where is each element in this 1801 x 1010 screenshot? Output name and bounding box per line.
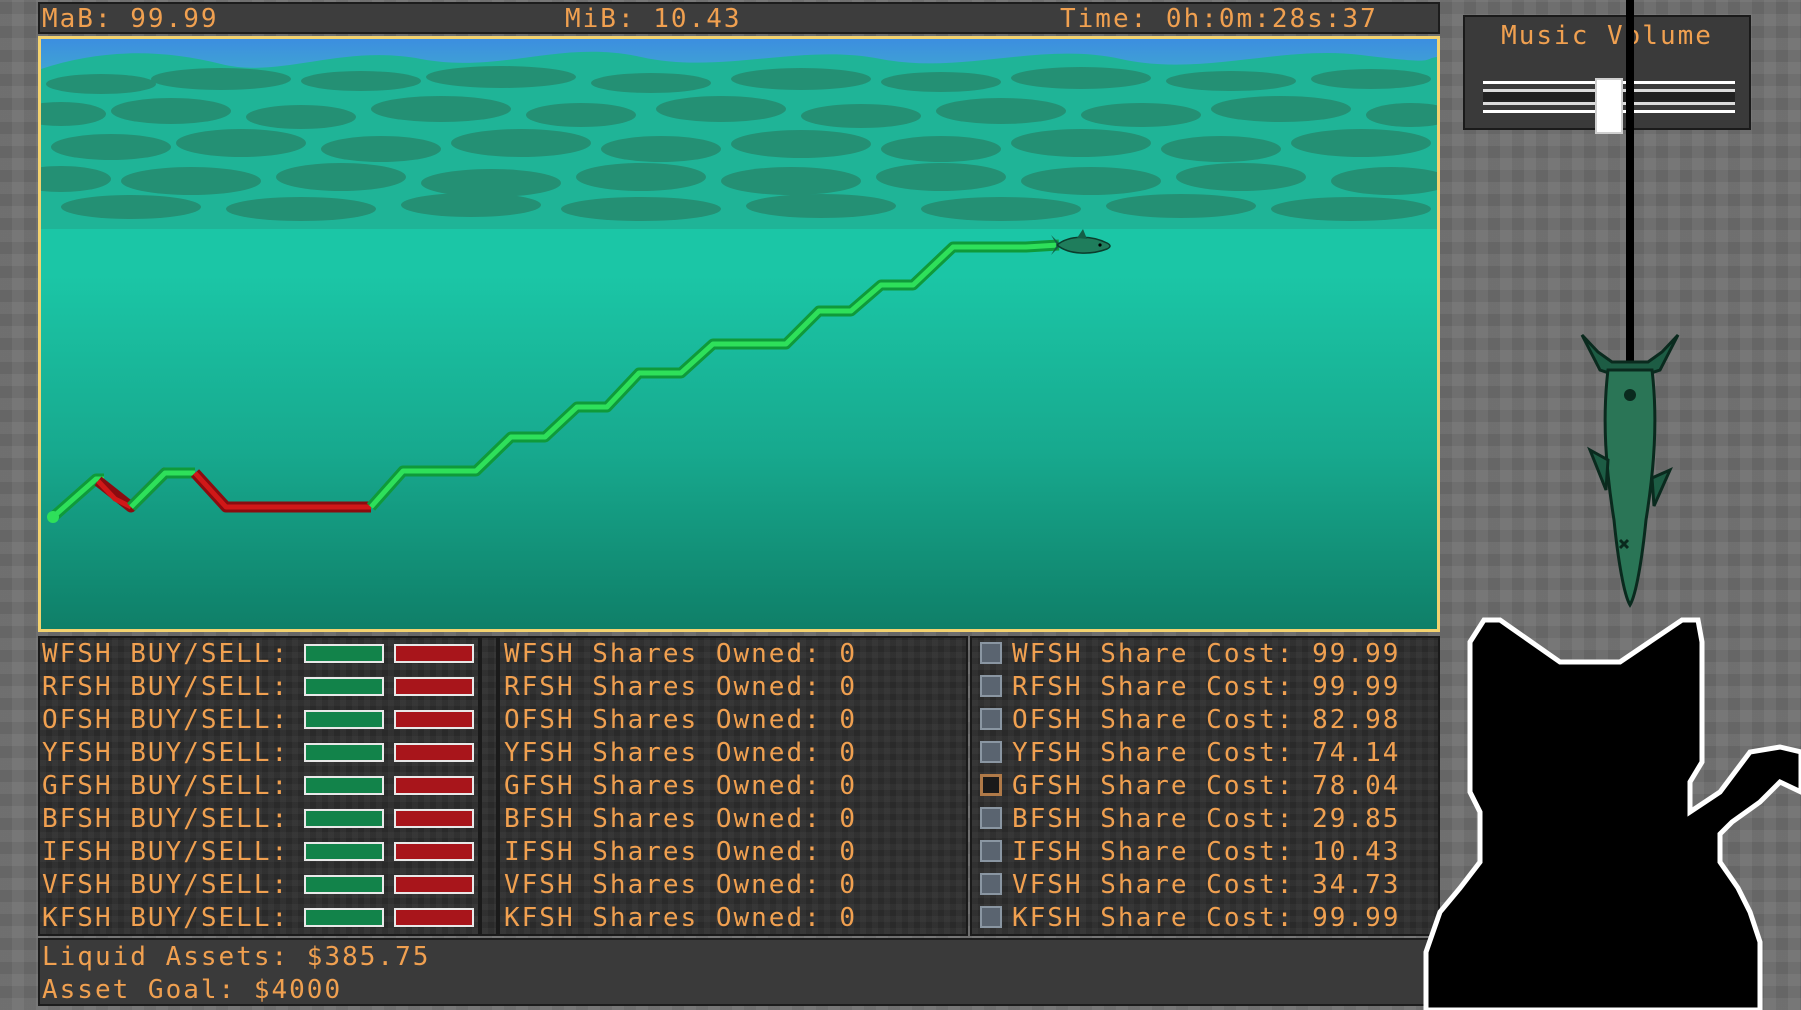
share-cost-row: OFSH Share Cost: 82.98 [976, 704, 1436, 737]
buy-sell-row: OFSH BUY/SELL: [42, 704, 474, 737]
shares-owned-row: KFSH Shares Owned: 0 [504, 903, 858, 933]
buy-sell-row: BFSH BUY/SELL: [42, 803, 474, 836]
mib-readout: MiB: 10.43 [565, 4, 742, 34]
sell-button[interactable] [394, 710, 474, 729]
share-cost-label: YFSH Share Cost: 74.14 [1012, 738, 1401, 768]
ticker-select-checkbox[interactable] [980, 774, 1002, 796]
buy-sell-label: KFSH BUY/SELL: [42, 903, 290, 933]
buy-button[interactable] [304, 677, 384, 696]
share-cost-row: BFSH Share Cost: 29.85 [976, 803, 1436, 836]
sell-button[interactable] [394, 908, 474, 927]
mab-readout: MaB: 99.99 [42, 4, 219, 34]
share-cost-label: KFSH Share Cost: 99.99 [1012, 903, 1401, 933]
buy-sell-label: OFSH BUY/SELL: [42, 705, 290, 735]
hanging-fish-icon [1580, 0, 1680, 608]
buy-sell-label: VFSH BUY/SELL: [42, 870, 290, 900]
stock-price-line [47, 239, 1060, 523]
share-cost-label: VFSH Share Cost: 34.73 [1012, 870, 1401, 900]
share-cost-row: VFSH Share Cost: 34.73 [976, 869, 1436, 902]
buy-sell-row: IFSH BUY/SELL: [42, 836, 474, 869]
ticker-select-checkbox[interactable] [980, 741, 1002, 763]
cat-silhouette [1423, 617, 1801, 1010]
shares-owned-row: OFSH Shares Owned: 0 [504, 705, 858, 735]
sell-button[interactable] [394, 677, 474, 696]
sell-button[interactable] [394, 875, 474, 894]
hanging-fish-body [1580, 333, 1680, 608]
ticker-select-checkbox[interactable] [980, 906, 1002, 928]
buy-sell-row: GFSH BUY/SELL: [42, 770, 474, 803]
buy-sell-row: KFSH BUY/SELL: [42, 902, 474, 935]
fish-icon [1051, 229, 1111, 255]
share-cost-row: KFSH Share Cost: 99.99 [976, 902, 1436, 935]
shares-owned-row: WFSH Shares Owned: 0 [504, 639, 858, 669]
shares-owned-row: RFSH Shares Owned: 0 [504, 672, 858, 702]
shares-owned-panel: WFSH Shares Owned: 0 RFSH Shares Owned: … [498, 636, 968, 936]
buy-sell-row: RFSH BUY/SELL: [42, 671, 474, 704]
buy-sell-label: GFSH BUY/SELL: [42, 771, 290, 801]
share-cost-label: GFSH Share Cost: 78.04 [1012, 771, 1401, 801]
buy-button[interactable] [304, 710, 384, 729]
shares-owned-row: BFSH Shares Owned: 0 [504, 804, 858, 834]
ticker-select-checkbox[interactable] [980, 840, 1002, 862]
panel-divider [480, 636, 498, 936]
shares-owned-row: YFSH Shares Owned: 0 [504, 738, 858, 768]
ticker-select-checkbox[interactable] [980, 807, 1002, 829]
share-cost-label: RFSH Share Cost: 99.99 [1012, 672, 1401, 702]
share-cost-label: WFSH Share Cost: 99.99 [1012, 639, 1401, 669]
buy-button[interactable] [304, 776, 384, 795]
ticker-select-checkbox[interactable] [980, 642, 1002, 664]
sell-button[interactable] [394, 809, 474, 828]
shares-owned-row: VFSH Shares Owned: 0 [504, 870, 858, 900]
ticker-select-checkbox[interactable] [980, 675, 1002, 697]
share-cost-label: OFSH Share Cost: 82.98 [1012, 705, 1401, 735]
ticker-select-checkbox[interactable] [980, 873, 1002, 895]
shares-owned-row: IFSH Shares Owned: 0 [504, 837, 858, 867]
fishing-line [1626, 0, 1634, 370]
buy-sell-label: BFSH BUY/SELL: [42, 804, 290, 834]
top-hud: MaB: 99.99 MiB: 10.43 Time: 0h:0m:28s:37 [38, 2, 1440, 34]
game-viewport[interactable] [38, 36, 1440, 632]
share-cost-row: WFSH Share Cost: 99.99 [976, 638, 1436, 671]
ocean-scene [41, 39, 1437, 523]
liquid-assets: Liquid Assets: $385.75 [42, 942, 431, 972]
buy-button[interactable] [304, 908, 384, 927]
assets-bar: Liquid Assets: $385.75 Asset Goal: $4000 [38, 938, 1440, 1006]
share-cost-row: IFSH Share Cost: 10.43 [976, 836, 1436, 869]
share-cost-row: GFSH Share Cost: 78.04 [976, 770, 1436, 803]
buy-sell-label: IFSH BUY/SELL: [42, 837, 290, 867]
buy-sell-label: WFSH BUY/SELL: [42, 639, 290, 669]
buy-sell-row: YFSH BUY/SELL: [42, 737, 474, 770]
share-cost-row: RFSH Share Cost: 99.99 [976, 671, 1436, 704]
time-readout: Time: 0h:0m:28s:37 [1060, 4, 1378, 34]
sell-button[interactable] [394, 776, 474, 795]
share-cost-panel: WFSH Share Cost: 99.99 RFSH Share Cost: … [970, 636, 1440, 936]
buy-sell-row: WFSH BUY/SELL: [42, 638, 474, 671]
sell-button[interactable] [394, 644, 474, 663]
ticker-select-checkbox[interactable] [980, 708, 1002, 730]
sell-button[interactable] [394, 842, 474, 861]
buy-sell-panel: WFSH BUY/SELL: RFSH BUY/SELL: OFSH BUY/S… [38, 636, 480, 936]
share-cost-row: YFSH Share Cost: 74.14 [976, 737, 1436, 770]
buy-button[interactable] [304, 875, 384, 894]
buy-button[interactable] [304, 809, 384, 828]
share-cost-label: IFSH Share Cost: 10.43 [1012, 837, 1401, 867]
share-cost-label: BFSH Share Cost: 29.85 [1012, 804, 1401, 834]
shares-owned-row: GFSH Shares Owned: 0 [504, 771, 858, 801]
buy-sell-label: YFSH BUY/SELL: [42, 738, 290, 768]
asset-goal: Asset Goal: $4000 [42, 975, 343, 1005]
buy-sell-row: VFSH BUY/SELL: [42, 869, 474, 902]
buy-sell-label: RFSH BUY/SELL: [42, 672, 290, 702]
buy-button[interactable] [304, 743, 384, 762]
buy-button[interactable] [304, 842, 384, 861]
sell-button[interactable] [394, 743, 474, 762]
buy-button[interactable] [304, 644, 384, 663]
